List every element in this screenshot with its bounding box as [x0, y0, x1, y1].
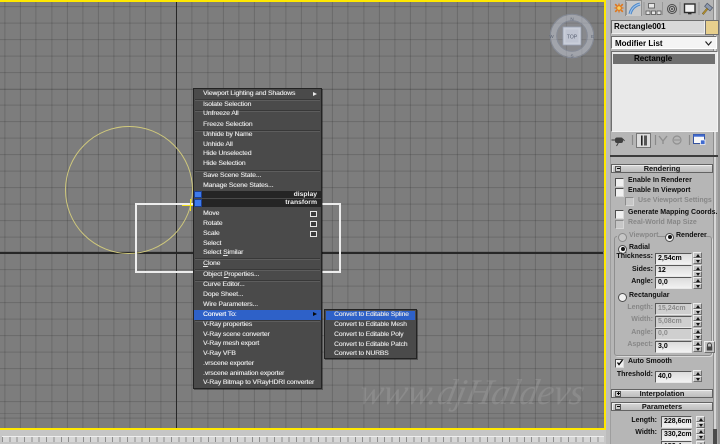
svg-text:S: S	[570, 54, 573, 59]
svg-text:E: E	[591, 34, 594, 39]
svg-text:N: N	[570, 17, 573, 22]
svg-text:W: W	[549, 34, 554, 39]
svg-text:TOP: TOP	[567, 35, 578, 41]
